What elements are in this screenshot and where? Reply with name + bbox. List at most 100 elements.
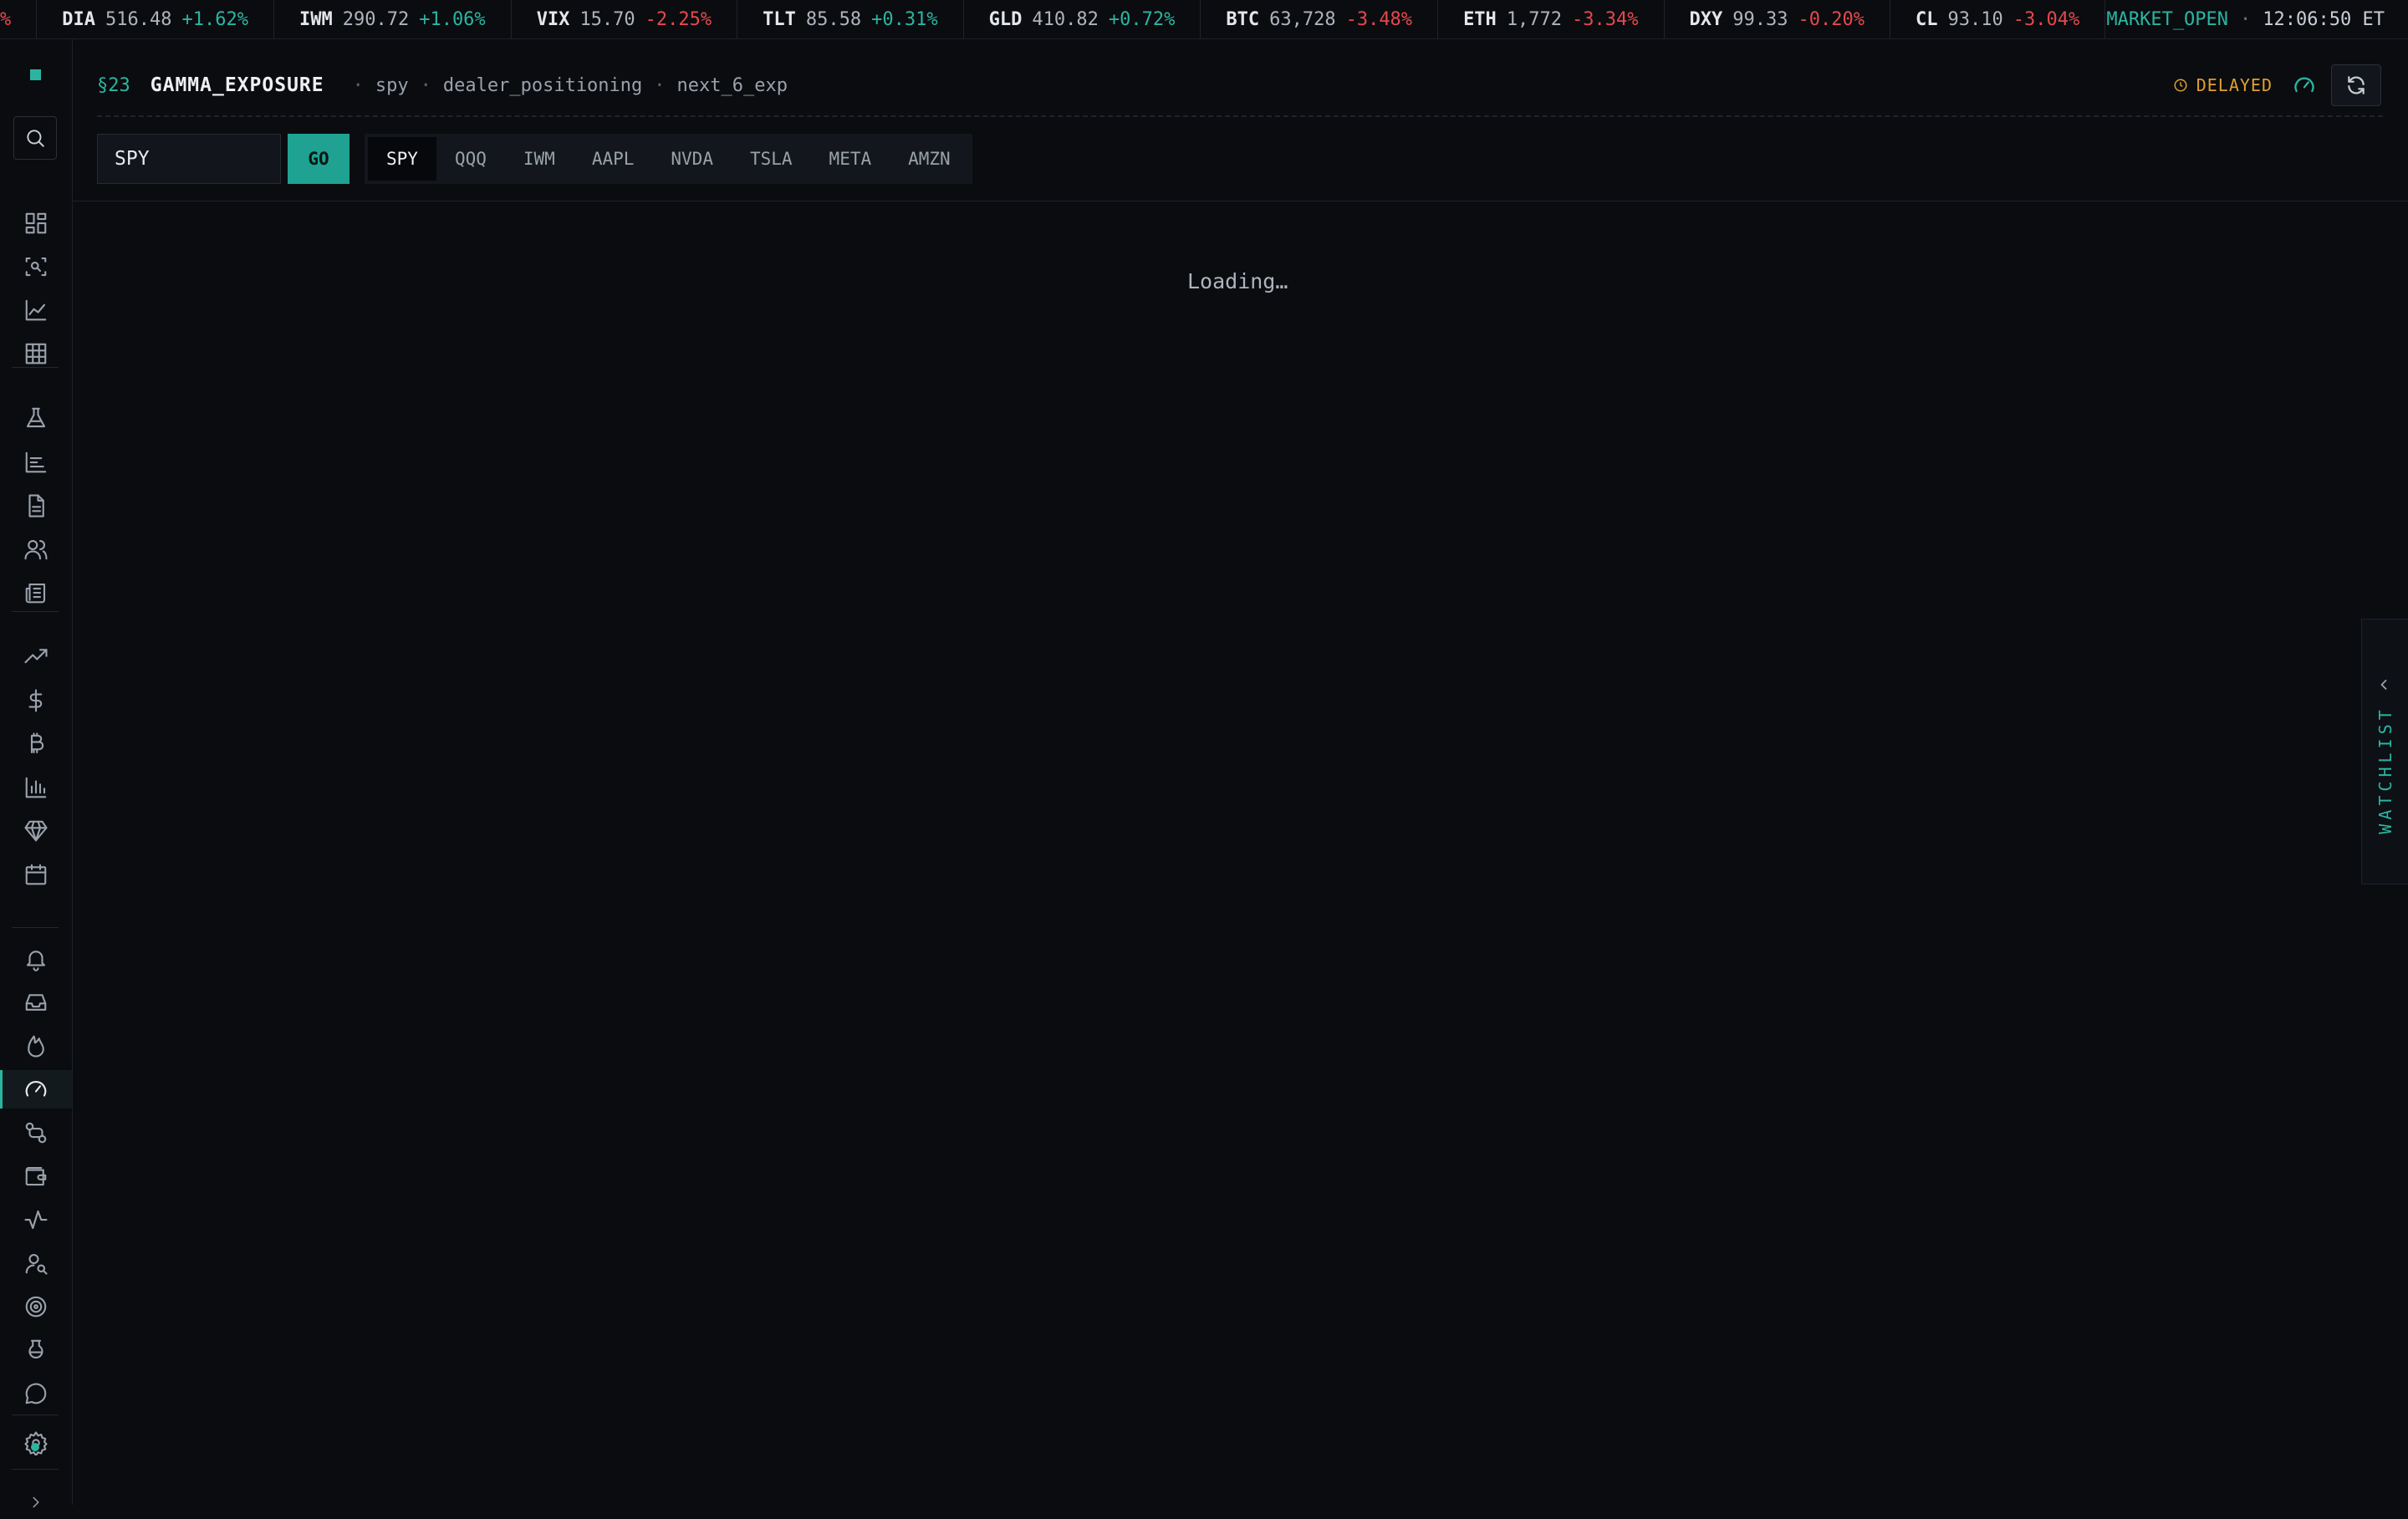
sidebar: [0, 39, 73, 1508]
gem-icon: [24, 820, 48, 842]
ticker-item-dia[interactable]: DIA 516.48 +1.62%: [37, 0, 274, 38]
chip-spy[interactable]: SPY: [368, 137, 436, 181]
breadcrumb-item: dealer_positioning: [442, 74, 643, 96]
sidebar-item-dollar[interactable]: [0, 681, 72, 720]
ticker-symbol: VIX: [536, 8, 570, 30]
search-button[interactable]: [13, 116, 57, 160]
sidebar-item-bars[interactable]: [0, 443, 72, 482]
bitcoin-icon: [30, 732, 44, 754]
page-title: GAMMA_EXPOSURE: [150, 74, 324, 96]
ticker-item-dxy[interactable]: DXY 99.33 -0.20%: [1665, 0, 1890, 38]
refresh-icon: [2348, 76, 2365, 94]
ticker-change: -0.20%: [1798, 8, 1865, 30]
ticker-change: -3.48%: [1345, 8, 1413, 30]
gauge-icon: [2294, 77, 2314, 93]
sidebar-item-users[interactable]: [0, 530, 72, 568]
ticker-change: +1.06%: [419, 8, 486, 30]
ticker-item-btc[interactable]: BTC 63,728 -3.48%: [1201, 0, 1439, 38]
ticker-symbol: DIA: [62, 8, 95, 30]
sidebar-item-lab[interactable]: [0, 399, 72, 437]
ticker-item-iwm[interactable]: IWM 290.72 +1.06%: [274, 0, 512, 38]
ticker-change: -2.25%: [645, 8, 712, 30]
chart-line-icon: [25, 299, 47, 321]
ticker-item-gld[interactable]: GLD 410.82 +0.72%: [964, 0, 1201, 38]
sidebar-item-exchange[interactable]: [0, 1114, 72, 1152]
users-icon: [24, 539, 48, 560]
sidebar-item-alerts[interactable]: [0, 940, 72, 978]
logo-mark[interactable]: [30, 69, 41, 80]
chip-meta[interactable]: META: [811, 137, 890, 181]
page-header: §23 GAMMA_EXPOSURE · spy · dealer_positi…: [97, 64, 788, 107]
ticker-item-cl[interactable]: CL 93.10 -3.04%: [1890, 0, 2106, 38]
chip-iwm[interactable]: IWM: [505, 137, 574, 181]
sidebar-divider: [12, 611, 59, 612]
sidebar-item-stats[interactable]: [0, 768, 72, 807]
sidebar-item-gamma[interactable]: [0, 1070, 72, 1109]
chip-tsla[interactable]: TSLA: [732, 137, 811, 181]
chip-amzn[interactable]: AMZN: [890, 137, 969, 181]
sidebar-item-wallet[interactable]: [0, 1157, 72, 1195]
bar-chart-icon: [25, 777, 47, 798]
ticker-change: -3.34%: [1572, 8, 1639, 30]
sidebar-item-chat[interactable]: [0, 1374, 72, 1413]
ticker-change: +0.31%: [871, 8, 938, 30]
sidebar-item-screener[interactable]: [0, 247, 72, 286]
grid-table-icon: [25, 343, 47, 364]
sidebar-item-targets[interactable]: [0, 1287, 72, 1326]
market-status: MARKET_OPEN: [2106, 8, 2229, 30]
header-divider: [97, 115, 2383, 117]
ticker-symbol: CL: [1916, 8, 1938, 30]
sidebar-item-insiders[interactable]: [0, 1244, 72, 1282]
quick-symbol-chips: SPY QQQ IWM AAPL NVDA TSLA META AMZN: [365, 134, 972, 184]
sidebar-item-crypto[interactable]: [0, 725, 72, 763]
sidebar-expand-button[interactable]: [0, 1486, 72, 1519]
sidebar-item-documents[interactable]: [0, 487, 72, 525]
sidebar-item-inbox[interactable]: [0, 983, 72, 1022]
ticker-change: +0.72%: [1108, 8, 1176, 30]
ticker-symbol: GLD: [988, 8, 1023, 30]
chevron-left-icon: [2380, 680, 2387, 690]
breadcrumb-separator: ·: [352, 74, 364, 96]
ticker-change: -3.04%: [2013, 8, 2080, 30]
connection-status-dot: [31, 1443, 39, 1451]
sidebar-item-chart[interactable]: [0, 291, 72, 329]
go-button[interactable]: GO: [288, 134, 349, 184]
watchlist-toggle[interactable]: WATCHLIST: [2361, 619, 2408, 884]
ticker-item-tlt[interactable]: TLT 85.58 +0.31%: [737, 0, 964, 38]
sidebar-item-activity[interactable]: [0, 1200, 72, 1239]
ticker-item-vix[interactable]: VIX 15.70 -2.25%: [512, 0, 738, 38]
breadcrumb-separator: ·: [420, 74, 431, 96]
ticker-symbol: ETH: [1463, 8, 1497, 30]
sidebar-item-dashboard[interactable]: [0, 204, 72, 242]
exchange-icon: [25, 1122, 47, 1144]
ticker-symbol: DXY: [1689, 8, 1723, 30]
chevron-right-icon: [33, 1496, 39, 1508]
watchlist-label: WATCHLIST: [2375, 706, 2395, 834]
sidebar-item-calendar[interactable]: [0, 855, 72, 894]
sidebar-item-experiments[interactable]: [0, 1331, 72, 1369]
ticker-price: 15.70: [579, 8, 635, 30]
gauge-icon: [25, 1081, 47, 1097]
delayed-badge: DELAYED: [2173, 75, 2273, 95]
chip-qqq[interactable]: QQQ: [436, 137, 505, 181]
chip-aapl[interactable]: AAPL: [574, 137, 653, 181]
ticker-item-eth[interactable]: ETH 1,772 -3.34%: [1438, 0, 1665, 38]
market-clock: MARKET_OPEN · 12:06:50 ET: [2106, 9, 2408, 30]
section-number: §23: [97, 74, 130, 96]
sidebar-item-premium[interactable]: [0, 812, 72, 850]
bar-list-icon: [25, 451, 47, 473]
ticker-fragment-text: %: [0, 8, 12, 30]
ticker-fragment: %: [0, 0, 38, 38]
sidebar-item-news[interactable]: [0, 573, 72, 612]
chip-nvda[interactable]: NVDA: [652, 137, 732, 181]
dollar-icon: [28, 689, 43, 712]
document-icon: [28, 494, 44, 517]
search-icon: [27, 130, 44, 147]
symbol-input[interactable]: [97, 134, 281, 184]
loading-indicator: Loading…: [1187, 269, 1288, 293]
symbol-controls: GO SPY QQQ IWM AAPL NVDA TSLA META AMZN: [97, 134, 972, 184]
sidebar-item-hot[interactable]: [0, 1027, 72, 1065]
sidebar-item-trending[interactable]: [0, 638, 72, 676]
refresh-button[interactable]: [2331, 64, 2381, 106]
breadcrumb-item: spy: [375, 74, 409, 96]
